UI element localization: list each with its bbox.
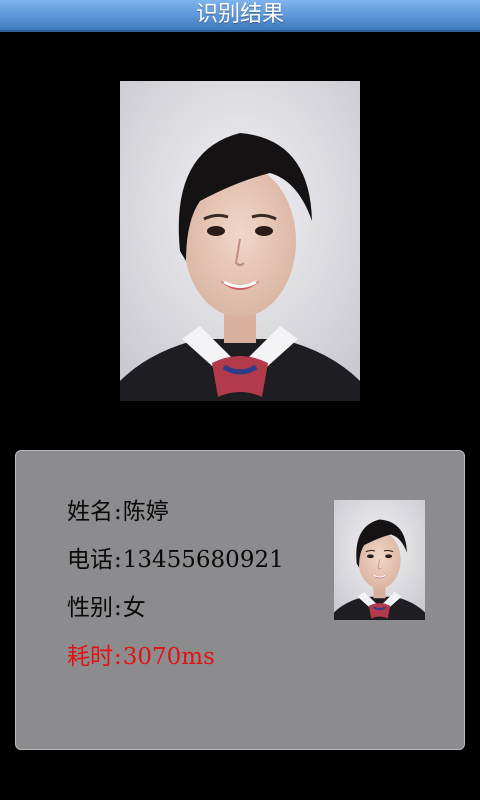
name-row: 姓名:陈婷 bbox=[67, 496, 169, 528]
gender-row: 性别:女 bbox=[67, 592, 146, 624]
gender-separator: : bbox=[114, 595, 122, 621]
captured-face-photo bbox=[120, 81, 360, 401]
gender-label: 性别 bbox=[67, 595, 113, 621]
time-separator: : bbox=[114, 644, 122, 670]
name-label: 姓名 bbox=[67, 499, 113, 525]
time-value: 3070ms bbox=[122, 644, 215, 670]
time-row: 耗时:3070ms bbox=[67, 641, 215, 673]
phone-label: 电话 bbox=[67, 547, 113, 573]
page-title: 识别结果 bbox=[195, 2, 284, 27]
name-separator: : bbox=[114, 499, 122, 525]
phone-separator: : bbox=[114, 547, 122, 573]
matched-face-thumbnail bbox=[334, 500, 425, 620]
phone-value: 13455680921 bbox=[122, 547, 284, 573]
gender-value: 女 bbox=[122, 595, 146, 621]
phone-row: 电话:13455680921 bbox=[67, 544, 284, 576]
name-value: 陈婷 bbox=[122, 499, 169, 525]
title-bar: 识别结果 bbox=[0, 0, 480, 32]
time-label: 耗时 bbox=[67, 644, 113, 670]
